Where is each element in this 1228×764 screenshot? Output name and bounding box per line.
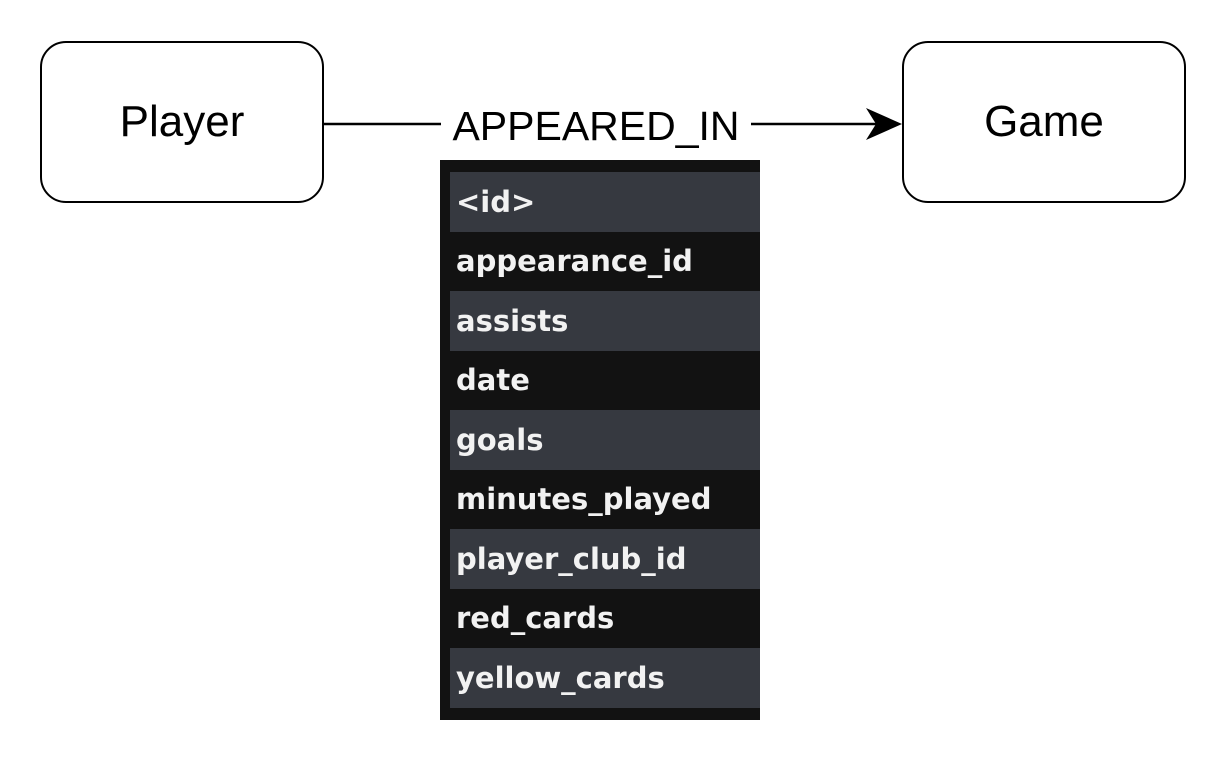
- relationship-properties-panel: <id> appearance_id assists date goals mi…: [440, 160, 760, 720]
- node-player-label: Player: [119, 97, 245, 146]
- property-row: <id>: [450, 172, 760, 232]
- property-row: goals: [450, 410, 760, 470]
- node-game-label: Game: [984, 97, 1104, 146]
- relationship-type-label: APPEARED_IN: [441, 98, 751, 154]
- node-player[interactable]: Player: [40, 41, 324, 203]
- property-row: date: [456, 363, 530, 398]
- property-row: appearance_id: [456, 244, 693, 279]
- property-row: minutes_played: [456, 482, 712, 517]
- property-row: player_club_id: [450, 529, 760, 589]
- property-row: assists: [450, 291, 760, 351]
- property-row: yellow_cards: [450, 648, 760, 708]
- node-game[interactable]: Game: [902, 41, 1186, 203]
- property-row: red_cards: [456, 601, 615, 636]
